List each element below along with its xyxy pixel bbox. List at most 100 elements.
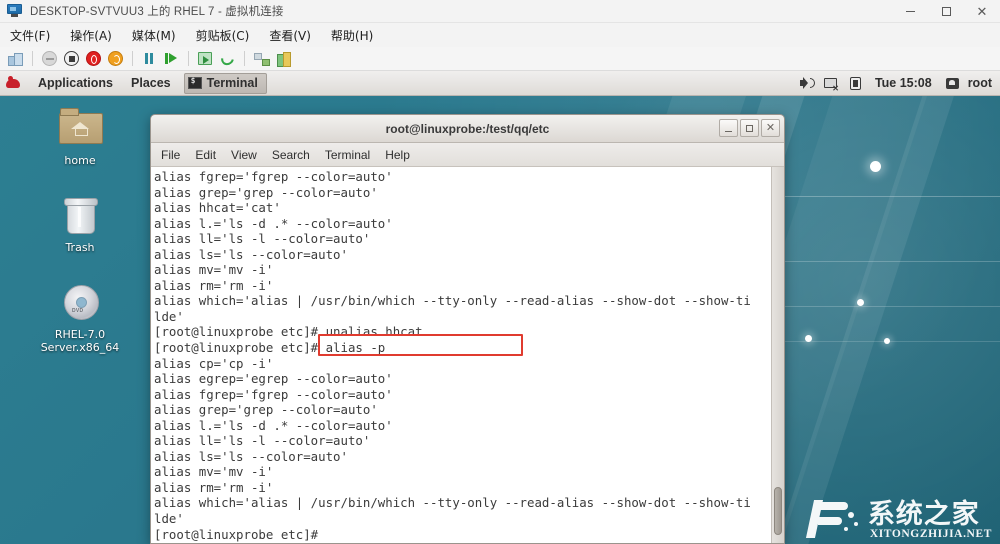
desktop-icon-rhel-dvd[interactable]: DVD RHEL-7.0 Server.x86_64 xyxy=(28,277,132,354)
terminal-line: alias mv='mv -i' xyxy=(154,464,771,480)
terminal-close-button[interactable]: ✕ xyxy=(761,119,780,137)
toolbar-separator xyxy=(132,51,133,66)
menu-action[interactable]: 操作(A) xyxy=(70,27,112,44)
terminal-line: alias egrep='egrep --color=auto' xyxy=(154,371,771,387)
terminal-output[interactable]: alias fgrep='fgrep --color=auto'alias gr… xyxy=(151,167,771,543)
terminal-window-controls: ✕ xyxy=(719,119,780,137)
battery-icon[interactable] xyxy=(847,74,865,92)
dvd-label-text: DVD xyxy=(72,308,83,314)
panel-clock[interactable]: Tue 15:08 xyxy=(875,76,932,90)
pause-button[interactable] xyxy=(140,49,159,68)
terminal-line: alias cp='cp -i' xyxy=(154,356,771,372)
terminal-line: alias grep='grep --color=auto' xyxy=(154,402,771,418)
resume-button[interactable] xyxy=(162,49,181,68)
menu-file[interactable]: 文件(F) xyxy=(10,27,50,44)
terminal-line: alias l.='ls -d .* --color=auto' xyxy=(154,216,771,232)
terminal-menubar: File Edit View Search Terminal Help xyxy=(151,143,784,167)
menu-media[interactable]: 媒体(M) xyxy=(132,27,176,44)
host-window-titlebar: DESKTOP-SVTVUU3 上的 RHEL 7 - 虚拟机连接 ✕ xyxy=(0,0,1000,23)
terminal-line: lde' xyxy=(154,309,771,325)
start-button[interactable] xyxy=(40,49,59,68)
checkpoint-button[interactable] xyxy=(196,49,215,68)
gnome-top-panel: Applications Places Terminal Tue 15:08 r… xyxy=(0,71,1000,96)
panel-username[interactable]: root xyxy=(968,76,992,90)
desktop-icon-trash[interactable]: Trash xyxy=(28,190,132,254)
terminal-line: alias ll='ls -l --color=auto' xyxy=(154,231,771,247)
terminal-menu-search[interactable]: Search xyxy=(272,148,310,162)
toolbar-separator xyxy=(188,51,189,66)
terminal-line: lde' xyxy=(154,511,771,527)
toolbar-separator xyxy=(32,51,33,66)
terminal-line: alias hhcat='cat' xyxy=(154,200,771,216)
terminal-line: [root@linuxprobe etc]# xyxy=(154,527,771,543)
terminal-scrollbar-thumb[interactable] xyxy=(774,487,782,535)
terminal-line: alias rm='rm -i' xyxy=(154,480,771,496)
watermark-logo-icon xyxy=(808,496,864,540)
terminal-line: alias which='alias | /usr/bin/which --tt… xyxy=(154,293,771,309)
network-disconnected-icon[interactable] xyxy=(823,74,841,92)
shutdown-button[interactable] xyxy=(62,49,81,68)
terminal-title: root@linuxprobe:/test/qq/etc xyxy=(386,122,550,136)
host-close-button[interactable]: ✕ xyxy=(964,0,1000,23)
terminal-body[interactable]: alias fgrep='fgrep --color=auto'alias gr… xyxy=(151,167,784,543)
ctrl-alt-del-button[interactable] xyxy=(6,49,25,68)
window-list-item-terminal[interactable]: Terminal xyxy=(184,73,267,94)
watermark: 系统之家 XITONGZHIJIA.NET xyxy=(808,496,992,540)
user-icon[interactable] xyxy=(944,74,962,92)
menu-help[interactable]: 帮助(H) xyxy=(331,27,373,44)
host-menubar: 文件(F) 操作(A) 媒体(M) 剪贴板(C) 查看(V) 帮助(H) xyxy=(0,23,1000,47)
terminal-line: alias l.='ls -d .* --color=auto' xyxy=(154,418,771,434)
terminal-line: alias grep='grep --color=auto' xyxy=(154,185,771,201)
watermark-cn-text: 系统之家 xyxy=(868,500,980,530)
terminal-line: alias fgrep='fgrep --color=auto' xyxy=(154,387,771,403)
toolbar-separator xyxy=(244,51,245,66)
terminal-line: alias ll='ls -l --color=auto' xyxy=(154,433,771,449)
applications-menu[interactable]: Applications xyxy=(29,71,122,96)
terminal-line: alias ls='ls --color=auto' xyxy=(154,247,771,263)
host-toolbar xyxy=(0,47,1000,71)
terminal-menu-file[interactable]: File xyxy=(161,148,180,162)
terminal-menu-terminal[interactable]: Terminal xyxy=(325,148,370,162)
move-button[interactable] xyxy=(252,49,271,68)
menu-view[interactable]: 查看(V) xyxy=(269,27,311,44)
desktop-icon-label: RHEL-7.0 Server.x86_64 xyxy=(28,328,132,354)
window-list-item-label: Terminal xyxy=(207,76,258,90)
volume-icon[interactable] xyxy=(799,74,817,92)
terminal-line: alias rm='rm -i' xyxy=(154,278,771,294)
terminal-line: alias ls='ls --color=auto' xyxy=(154,449,771,465)
revert-button[interactable] xyxy=(218,49,237,68)
terminal-icon xyxy=(188,77,202,89)
enhanced-session-button[interactable] xyxy=(274,49,293,68)
terminal-menu-help[interactable]: Help xyxy=(385,148,410,162)
terminal-minimize-button[interactable] xyxy=(719,119,738,137)
terminal-menu-edit[interactable]: Edit xyxy=(195,148,216,162)
trash-icon xyxy=(56,190,104,238)
turn-off-button[interactable] xyxy=(84,49,103,68)
terminal-titlebar: root@linuxprobe:/test/qq/etc ✕ xyxy=(151,115,784,143)
host-window-controls: ✕ xyxy=(892,0,1000,23)
terminal-line: alias fgrep='fgrep --color=auto' xyxy=(154,169,771,185)
host-minimize-button[interactable] xyxy=(892,0,928,23)
desktop-icon-home[interactable]: home xyxy=(28,103,132,167)
terminal-maximize-button[interactable] xyxy=(740,119,759,137)
terminal-line: [root@linuxprobe etc]# alias -p xyxy=(154,340,771,356)
host-window-title: DESKTOP-SVTVUU3 上的 RHEL 7 - 虚拟机连接 xyxy=(30,3,284,19)
terminal-window: root@linuxprobe:/test/qq/etc ✕ File Edit… xyxy=(150,114,785,544)
monitor-icon xyxy=(7,4,23,18)
terminal-menu-view[interactable]: View xyxy=(231,148,257,162)
redhat-logo-icon xyxy=(5,75,22,92)
desktop-icon-label: home xyxy=(28,154,132,167)
terminal-line: alias mv='mv -i' xyxy=(154,262,771,278)
desktop-icon-label: Trash xyxy=(28,241,132,254)
terminal-line: [root@linuxprobe etc]# unalias hhcat xyxy=(154,324,771,340)
reset-button[interactable] xyxy=(106,49,125,68)
screenshot-root: DESKTOP-SVTVUU3 上的 RHEL 7 - 虚拟机连接 ✕ 文件(F… xyxy=(0,0,1000,544)
watermark-en-text: XITONGZHIJIA.NET xyxy=(870,528,992,540)
terminal-line: alias which='alias | /usr/bin/which --tt… xyxy=(154,495,771,511)
menu-clipboard[interactable]: 剪贴板(C) xyxy=(196,27,250,44)
home-folder-icon xyxy=(56,103,104,151)
terminal-scrollbar[interactable] xyxy=(771,167,784,543)
dvd-disc-icon: DVD xyxy=(56,277,104,325)
host-maximize-button[interactable] xyxy=(928,0,964,23)
places-menu[interactable]: Places xyxy=(122,71,180,96)
